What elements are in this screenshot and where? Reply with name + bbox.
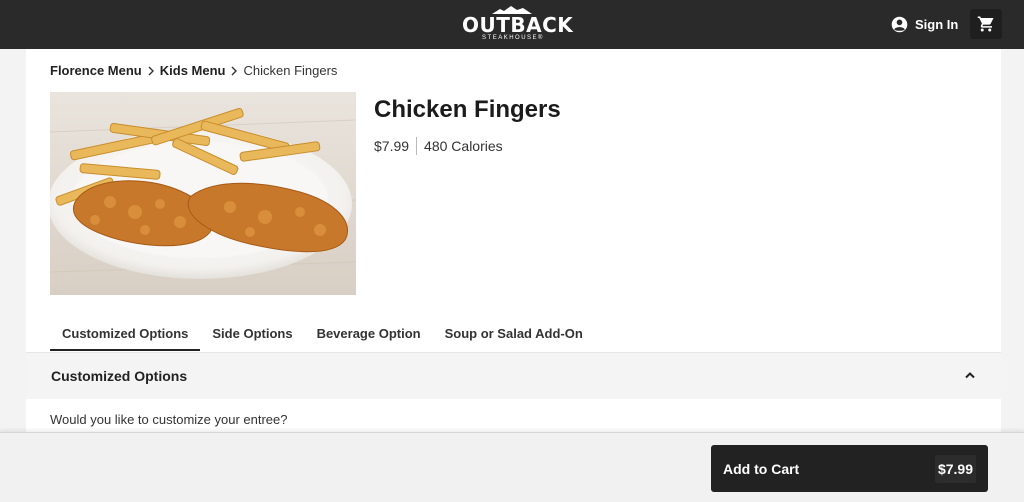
chevron-right-icon — [231, 66, 238, 75]
shopping-cart-icon — [977, 16, 994, 32]
logo-wordmark: OUTBACK — [462, 13, 574, 37]
outback-logo[interactable]: OUTBACK STEAKHOUSE® — [462, 6, 574, 44]
account-circle-icon — [891, 16, 908, 32]
top-header: OUTBACK STEAKHOUSE® Sign In — [0, 0, 1024, 49]
meta-divider — [416, 137, 418, 155]
tab-side-options[interactable]: Side Options — [200, 315, 304, 351]
bottom-action-bar: Add to Cart $7.99 — [0, 432, 1024, 502]
item-image — [50, 92, 356, 295]
food-photo — [50, 92, 356, 295]
customized-options-accordion-header[interactable]: Customized Options — [26, 352, 1001, 399]
tab-beverage-option[interactable]: Beverage Option — [305, 315, 433, 351]
tab-customized-options[interactable]: Customized Options — [50, 315, 201, 351]
tab-soup-or-salad-add-on[interactable]: Soup or Salad Add-On — [433, 315, 595, 351]
cart-button[interactable] — [970, 9, 1002, 39]
sign-in-button[interactable]: Sign In — [885, 11, 964, 37]
options-tabs: Customized Options Side Options Beverage… — [50, 315, 595, 351]
item-meta: $7.99 480 Calories — [374, 137, 503, 155]
add-to-cart-price: $7.99 — [934, 454, 976, 483]
item-price: $7.99 — [374, 138, 410, 154]
add-to-cart-label: Add to Cart — [723, 460, 800, 477]
breadcrumb-kids-menu[interactable]: Kids Menu — [160, 63, 226, 78]
item-title: Chicken Fingers — [374, 96, 561, 123]
chevron-right-icon — [148, 66, 154, 75]
logo-tagline: STEAKHOUSE® — [482, 35, 544, 41]
breadcrumb: Florence Menu Kids Menu Chicken Fingers — [50, 63, 337, 78]
sign-in-label: Sign In — [915, 16, 959, 32]
item-calories: 480 Calories — [424, 138, 503, 154]
breadcrumb-florence-menu[interactable]: Florence Menu — [50, 63, 142, 78]
chevron-up-icon[interactable] — [965, 371, 975, 379]
add-to-cart-button[interactable]: Add to Cart $7.99 — [711, 445, 988, 492]
section-title: Customized Options — [51, 368, 188, 384]
customize-question: Would you like to customize your entree? — [50, 412, 288, 427]
breadcrumb-current: Chicken Fingers — [243, 63, 338, 78]
